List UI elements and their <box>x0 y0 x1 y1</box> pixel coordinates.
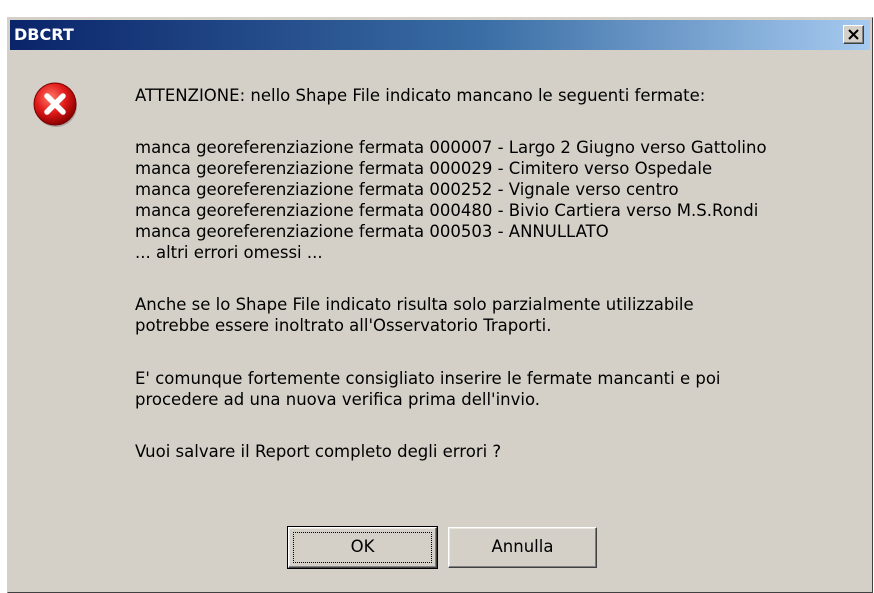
title-bar[interactable]: DBCRT <box>10 20 870 50</box>
ok-button[interactable]: OK <box>287 526 438 569</box>
error-line: manca georeferenziazione fermata 000503 … <box>135 222 609 241</box>
close-icon <box>848 29 859 40</box>
cancel-button[interactable]: Annulla <box>448 527 597 568</box>
advice-line: E' comunque fortemente consigliato inser… <box>135 369 721 388</box>
save-report-question: Vuoi salvare il Report completo degli er… <box>135 442 502 461</box>
error-icon <box>33 82 77 127</box>
partial-usable-line: Anche se lo Shape File indicato risulta … <box>135 295 694 314</box>
dialog-window: DBCRT ATTENZIONE: nello Shape File indic… <box>7 17 873 593</box>
error-line: manca georeferenziazione fermata 000252 … <box>135 180 679 199</box>
close-button[interactable] <box>843 25 864 44</box>
message-header: ATTENZIONE: nello Shape File indicato ma… <box>135 86 706 105</box>
error-line: manca georeferenziazione fermata 000029 … <box>135 159 713 178</box>
window-title: DBCRT <box>14 25 74 44</box>
partial-usable-line: potrebbe essere inoltrato all'Osservator… <box>135 316 552 335</box>
omitted-errors-note: ... altri errori omessi ... <box>135 243 323 262</box>
error-line: manca georeferenziazione fermata 000480 … <box>135 201 759 220</box>
error-line: manca georeferenziazione fermata 000007 … <box>135 138 767 157</box>
advice-line: procedere ad una nuova verifica prima de… <box>135 390 541 409</box>
